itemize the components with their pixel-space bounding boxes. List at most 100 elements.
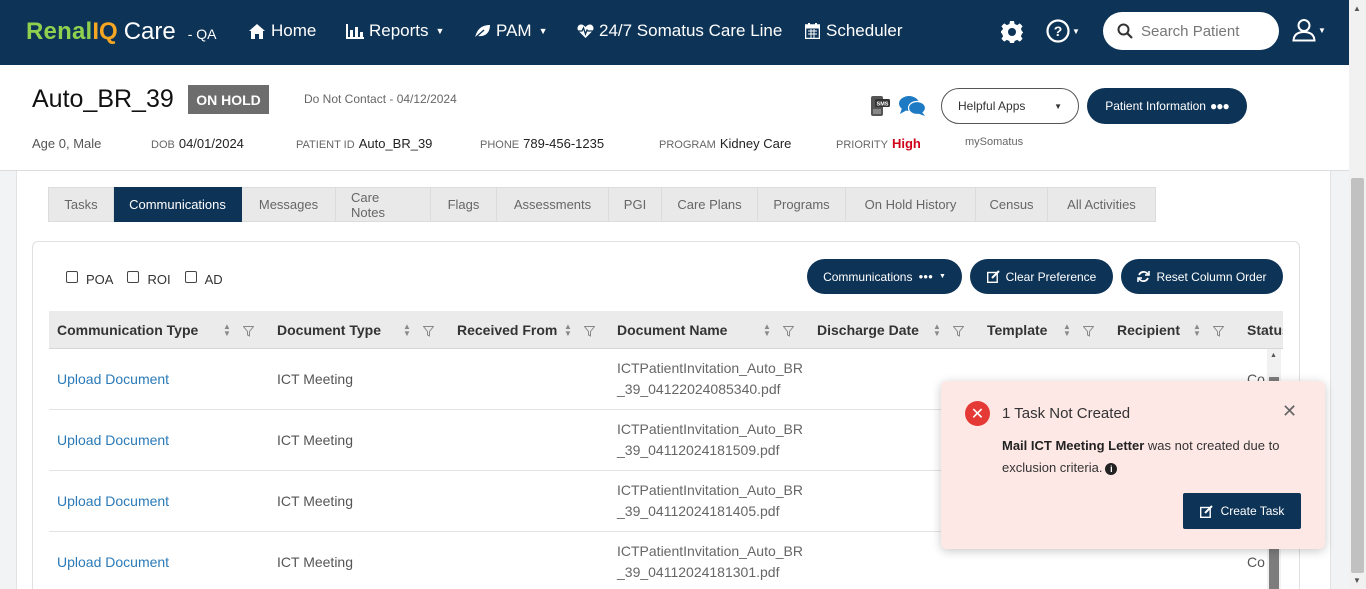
sync-icon: [1137, 271, 1151, 282]
patient-information-button[interactable]: Patient Information ●●●: [1087, 88, 1247, 124]
filter-icon[interactable]: [1082, 324, 1095, 342]
tab-all-activities[interactable]: All Activities: [1048, 187, 1156, 222]
column-header[interactable]: Document Type: [277, 311, 381, 348]
settings-gear-icon[interactable]: [1000, 20, 1024, 49]
document-name-cell: ICTPatientInvitation_Auto_BR_39_04122024…: [617, 360, 803, 397]
caret-down-icon: ▼: [538, 26, 548, 36]
tab-communications[interactable]: Communications: [114, 187, 242, 222]
column-header[interactable]: Template: [987, 311, 1047, 348]
nav-scheduler[interactable]: Scheduler: [803, 21, 903, 41]
create-task-button[interactable]: Create Task: [1183, 493, 1301, 529]
age-gender: Age 0, Male: [32, 136, 102, 151]
sort-icon[interactable]: ▲ ▼: [223, 323, 231, 338]
filter-icon[interactable]: [583, 324, 596, 342]
nav-pam[interactable]: PAM ▼: [473, 21, 548, 41]
help-menu[interactable]: ? ▼: [1046, 19, 1080, 43]
filter-icon[interactable]: [1212, 324, 1225, 342]
caret-down-icon: ▼: [435, 26, 445, 36]
reset-column-order-button[interactable]: Reset Column Order: [1121, 259, 1283, 294]
environment-label: - QA: [187, 26, 217, 42]
mysomatus-link[interactable]: mySomatus: [965, 136, 1023, 148]
helpful-apps-dropdown[interactable]: Helpful Apps ▼: [941, 88, 1079, 124]
search-patient-input[interactable]: [1141, 22, 1271, 40]
toast-message: Mail ICT Meeting Letter was not created …: [1002, 435, 1302, 479]
tab-care-plans[interactable]: Care Plans: [662, 187, 758, 222]
nav-reports-label: Reports: [369, 21, 429, 40]
patient-name: Auto_BR_39: [32, 85, 174, 113]
chat-icon[interactable]: [898, 95, 927, 122]
edit-icon: [1199, 504, 1213, 518]
nav-care-line[interactable]: 24/7 Somatus Care Line: [576, 21, 782, 41]
phone-label: PHONE: [480, 139, 520, 151]
sort-icon[interactable]: ▲ ▼: [763, 323, 771, 338]
communications-menu-button[interactable]: Communications ●●● ▼: [807, 259, 962, 294]
filter-icon[interactable]: [782, 324, 795, 342]
heartbeat-icon: [576, 22, 594, 40]
scroll-up-arrow-icon[interactable]: ▲: [1270, 352, 1277, 359]
priority-value: High: [891, 136, 921, 151]
sort-icon[interactable]: ▲ ▼: [933, 323, 941, 338]
roi-filter[interactable]: ROI: [127, 270, 171, 287]
column-header[interactable]: Communication Type: [57, 311, 198, 348]
sort-icon[interactable]: ▲ ▼: [1193, 323, 1201, 338]
ad-filter[interactable]: AD: [184, 270, 223, 287]
phone-value: 789-456-1235: [523, 136, 605, 151]
ad-checkbox[interactable]: [184, 270, 197, 283]
filter-icon[interactable]: [952, 324, 965, 342]
tab-flags[interactable]: Flags: [431, 187, 497, 222]
tab-messages[interactable]: Messages: [242, 187, 336, 222]
program-field: PROGRAM Kidney Care: [659, 136, 791, 151]
leaf-icon: [473, 22, 491, 40]
brand-logo[interactable]: Renal IQ Care - QA: [26, 18, 217, 46]
roi-checkbox[interactable]: [127, 270, 140, 283]
communication-type-link[interactable]: Upload Document: [57, 371, 169, 387]
column-header[interactable]: Status: [1247, 311, 1283, 348]
info-icon[interactable]: i: [1105, 462, 1118, 475]
caret-down-icon: ▼: [1318, 25, 1326, 35]
scroll-up-arrow-icon[interactable]: ▲: [1353, 4, 1361, 13]
sort-icon[interactable]: ▲ ▼: [1063, 323, 1071, 338]
sort-icon[interactable]: ▲ ▼: [564, 323, 572, 338]
tab-assessments[interactable]: Assessments: [497, 187, 609, 222]
column-header[interactable]: Received From: [457, 311, 557, 348]
sort-icon[interactable]: ▲ ▼: [403, 323, 411, 338]
tab-on-hold-history[interactable]: On Hold History: [846, 187, 976, 222]
scroll-down-arrow-icon[interactable]: ▼: [1353, 576, 1361, 585]
tab-programs[interactable]: Programs: [758, 187, 846, 222]
filter-icon[interactable]: [422, 324, 435, 342]
ad-label: AD: [204, 272, 223, 287]
tab-census[interactable]: Census: [976, 187, 1048, 222]
communication-type-link[interactable]: Upload Document: [57, 432, 169, 448]
search-patient-box[interactable]: [1103, 12, 1279, 50]
tab-care-notes[interactable]: Care Notes: [336, 187, 431, 222]
tab-pgi[interactable]: PGI: [609, 187, 662, 222]
caret-down-icon: ▼: [938, 273, 946, 280]
more-dots-icon: ●●●: [1209, 99, 1230, 113]
nav-home[interactable]: Home: [248, 21, 316, 41]
page-scrollbar-thumb[interactable]: [1351, 178, 1364, 573]
nav-reports[interactable]: Reports ▼: [346, 21, 444, 41]
communication-type-link[interactable]: Upload Document: [57, 554, 169, 570]
patient-information-label: Patient Information: [1105, 99, 1206, 113]
poa-checkbox[interactable]: [66, 270, 78, 283]
tab-tasks[interactable]: Tasks: [48, 187, 114, 222]
patient-id-value: Auto_BR_39: [358, 136, 433, 151]
column-header[interactable]: Discharge Date: [817, 311, 919, 348]
clear-preference-button[interactable]: Clear Preference: [970, 259, 1113, 294]
column-header[interactable]: Document Name: [617, 311, 727, 348]
page-scrollbar[interactable]: ▲ ▼: [1349, 0, 1366, 589]
program-label: PROGRAM: [659, 139, 716, 151]
column-header[interactable]: Recipient: [1117, 311, 1180, 348]
close-icon[interactable]: ✕: [1282, 401, 1297, 422]
communication-type-link[interactable]: Upload Document: [57, 493, 169, 509]
document-type-cell: ICT Meeting: [277, 493, 353, 509]
toast-task-name: Mail ICT Meeting Letter: [1002, 438, 1145, 453]
dob-label: DOB: [151, 139, 175, 151]
sms-icon[interactable]: SMS: [868, 95, 890, 122]
brand-care: Care: [123, 18, 176, 45]
poa-filter[interactable]: POA: [66, 270, 113, 287]
top-navbar: Renal IQ Care - QA Home Reports ▼ PAM ▼ 2…: [0, 0, 1349, 65]
user-menu[interactable]: ▼: [1292, 18, 1326, 42]
filter-icon[interactable]: [242, 324, 255, 342]
bar-chart-icon: [346, 22, 364, 40]
